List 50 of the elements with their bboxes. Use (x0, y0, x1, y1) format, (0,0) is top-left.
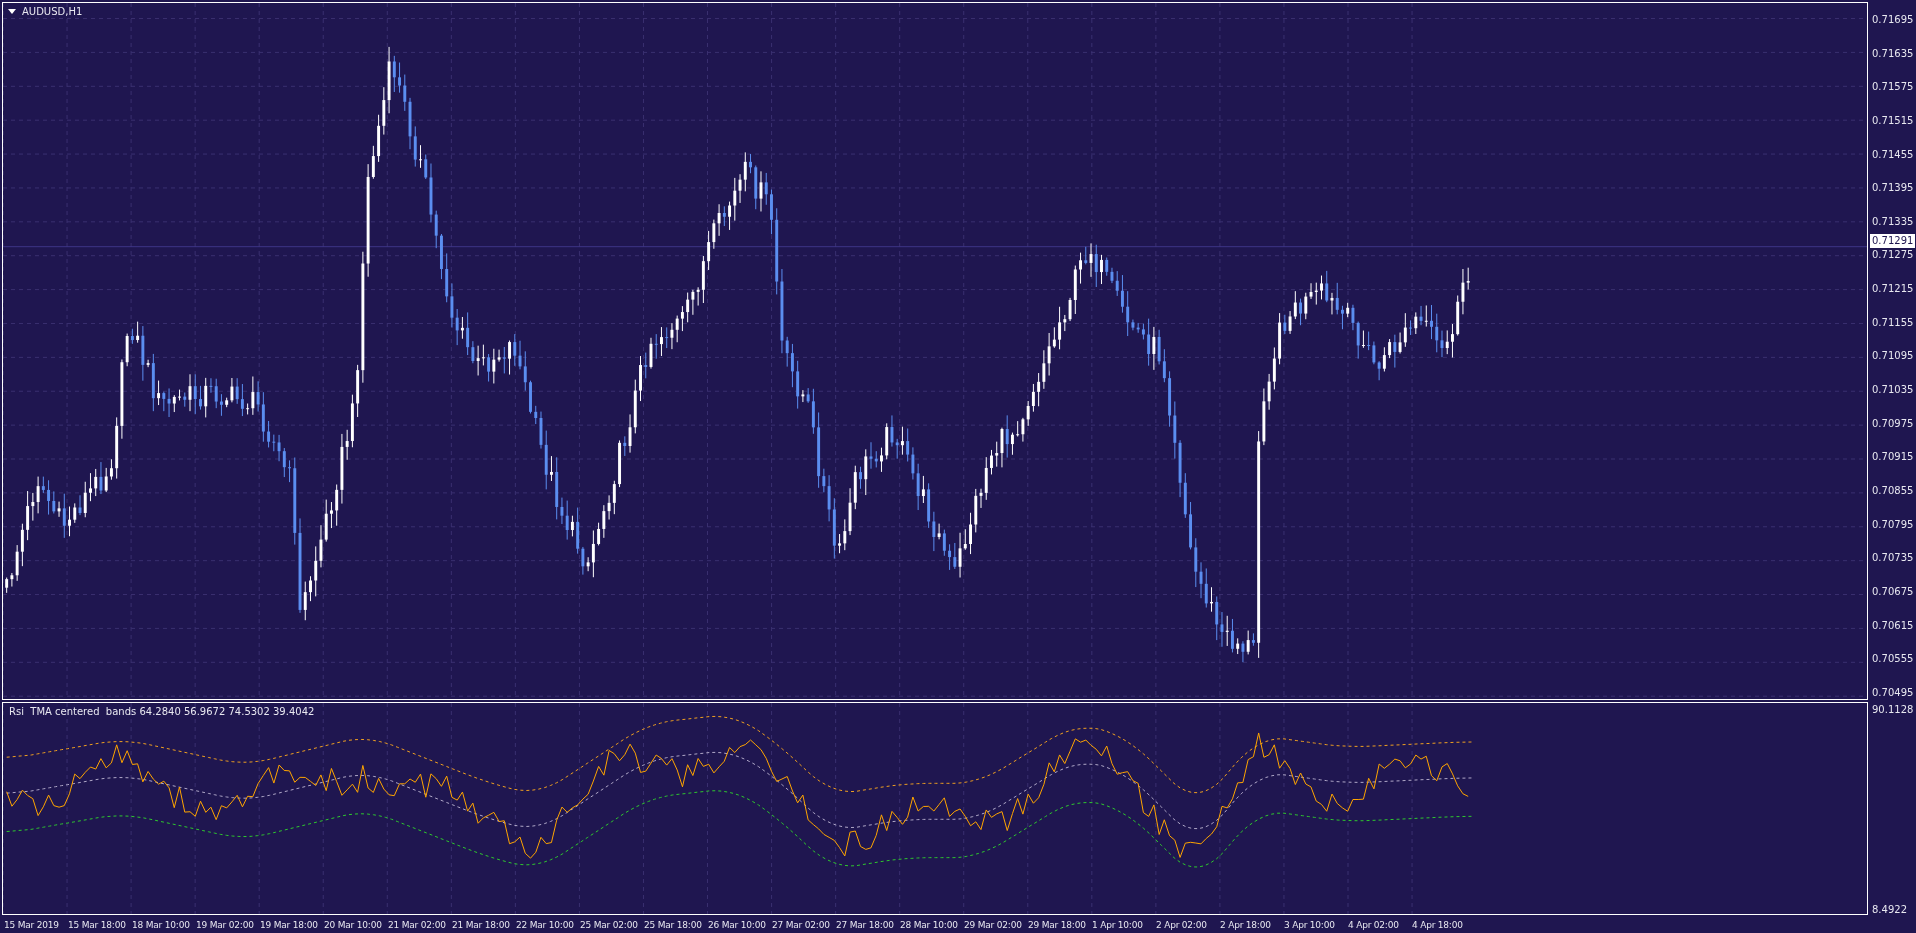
price-label: 0.70555 (1872, 652, 1915, 667)
time-label: 21 Mar 02:00 (387, 920, 447, 930)
time-label: 26 Mar 10:00 (707, 920, 767, 930)
price-label: 0.70675 (1872, 584, 1915, 599)
price-label: 0.71635 (1872, 46, 1915, 61)
price-label: 0.71095 (1872, 349, 1915, 364)
price-label: 0.70735 (1872, 551, 1915, 566)
price-label: 0.71275 (1872, 248, 1915, 263)
time-label: 19 Mar 02:00 (195, 920, 255, 930)
price-label: 0.71155 (1872, 315, 1915, 330)
time-label: 2 Apr 18:00 (1219, 920, 1272, 930)
time-label: 28 Mar 10:00 (899, 920, 959, 930)
time-label: 4 Apr 18:00 (1411, 920, 1464, 930)
price-label: 0.71395 (1872, 181, 1915, 196)
time-label: 1 Apr 10:00 (1091, 920, 1144, 930)
price-label: 0.71575 (1872, 80, 1915, 95)
time-label: 18 Mar 10:00 (131, 920, 191, 930)
price-label: 0.70855 (1872, 483, 1915, 498)
price-label: 0.71335 (1872, 214, 1915, 229)
indicator-title: Rsi TMA centered bands 64.2840 56.9672 74.5302 39.4042 (9, 706, 315, 717)
time-label: 21 Mar 18:00 (451, 920, 511, 930)
price-label: 0.70975 (1872, 416, 1915, 431)
time-label: 22 Mar 10:00 (515, 920, 575, 930)
time-label: 29 Mar 18:00 (1027, 920, 1087, 930)
time-label: 2 Apr 02:00 (1155, 920, 1208, 930)
price-label: 0.71035 (1872, 383, 1915, 398)
current-price-tag: 0.71291 (1870, 234, 1916, 249)
time-label: 4 Apr 02:00 (1347, 920, 1400, 930)
price-label: 0.70615 (1872, 618, 1915, 633)
price-label: 0.70495 (1872, 685, 1915, 700)
price-label: 0.70795 (1872, 517, 1915, 532)
time-label: 15 Mar 2019 (3, 920, 60, 930)
price-label: 0.71215 (1872, 282, 1915, 297)
indicator-max-label: 90.1128 (1872, 704, 1915, 715)
dropdown-icon[interactable] (8, 9, 16, 14)
time-label: 19 Mar 18:00 (259, 920, 319, 930)
symbol-label: AUDUSD,H1 (22, 6, 83, 17)
price-label: 0.71455 (1872, 147, 1915, 162)
time-label: 27 Mar 18:00 (835, 920, 895, 930)
price-label: 0.71515 (1872, 113, 1915, 128)
time-label: 27 Mar 02:00 (771, 920, 831, 930)
time-label: 20 Mar 10:00 (323, 920, 383, 930)
time-label: 3 Apr 10:00 (1283, 920, 1336, 930)
indicator-min-label: 8.4922 (1872, 904, 1908, 915)
time-label: 29 Mar 02:00 (963, 920, 1023, 930)
time-label: 15 Mar 18:00 (67, 920, 127, 930)
time-label: 25 Mar 02:00 (579, 920, 639, 930)
price-label: 0.71695 (1872, 13, 1915, 27)
time-label: 25 Mar 18:00 (643, 920, 703, 930)
price-label: 0.70915 (1872, 450, 1915, 465)
